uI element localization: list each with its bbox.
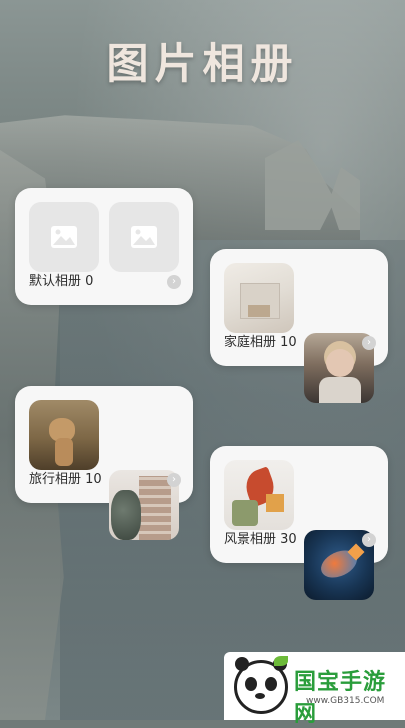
album-card-scenery[interactable]: 风景相册 30 › — [210, 446, 388, 600]
site-watermark: 国宝手游网 www.GB315.COM — [224, 652, 405, 727]
album-thumbnail-leaves — [224, 460, 294, 530]
album-thumbnail-room — [224, 263, 294, 333]
album-card-family[interactable]: 家庭相册 10 › — [210, 249, 388, 403]
chevron-right-icon: › — [362, 336, 376, 350]
chevron-right-icon: › — [362, 533, 376, 547]
chevron-right-icon: › — [167, 275, 181, 289]
image-placeholder-icon — [131, 226, 157, 248]
image-placeholder-icon — [51, 226, 77, 248]
album-label: 风景相册 30 — [224, 532, 297, 547]
chevron-right-icon: › — [167, 473, 181, 487]
leaf-icon — [274, 656, 288, 666]
album-card-travel[interactable]: 旅行相册 10 › — [15, 386, 193, 540]
album-thumbnail-lion — [29, 400, 99, 470]
album-label: 默认相册 0 — [29, 274, 94, 289]
watermark-site: www.GB315.COM — [306, 696, 385, 706]
album-label: 旅行相册 10 — [29, 472, 102, 487]
panda-logo-icon — [234, 657, 288, 714]
album-card-default[interactable]: 默认相册 0 › — [15, 188, 193, 305]
album-label: 家庭相册 10 — [224, 335, 297, 350]
album-thumbnail-placeholder — [109, 202, 179, 272]
album-thumbnail-placeholder — [29, 202, 99, 272]
page-title: 图片相册 — [106, 39, 299, 88]
